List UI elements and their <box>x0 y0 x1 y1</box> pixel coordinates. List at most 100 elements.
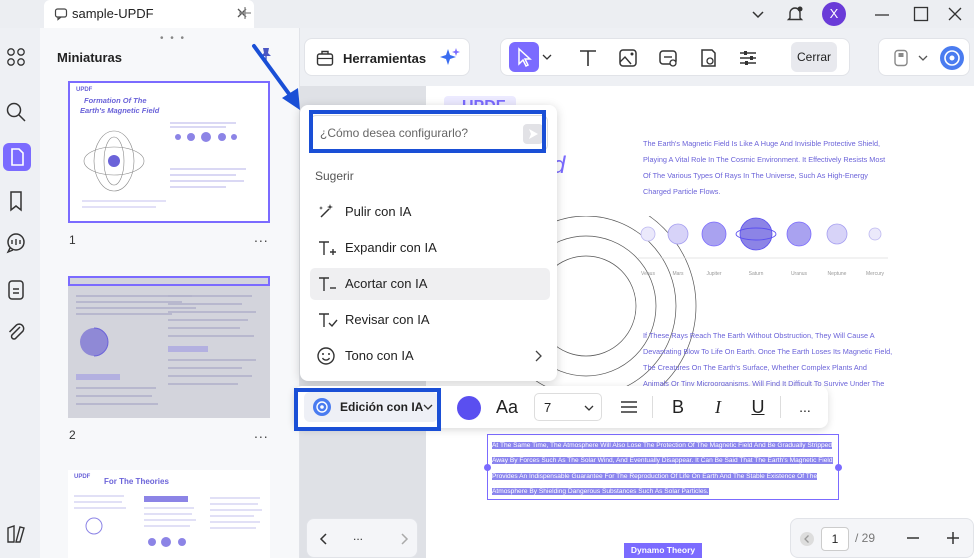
thumbnails-page-icon[interactable] <box>3 143 31 171</box>
nav-more-button[interactable]: ... <box>353 529 363 543</box>
menu-item-review[interactable]: Revisar con IA <box>310 304 550 336</box>
bookmark-icon[interactable] <box>4 189 28 213</box>
zoom-in-icon[interactable] <box>945 530 961 546</box>
chevron-down-icon <box>583 400 595 416</box>
form-fields-icon[interactable] <box>4 278 28 302</box>
menu-label-shorten: Acortar con IA <box>345 276 428 291</box>
chevron-down-icon[interactable] <box>748 4 768 24</box>
tools-label: Herramientas <box>343 51 427 66</box>
pagination-bar: 1 / 29 <box>790 518 974 558</box>
link-tool-icon[interactable] <box>653 43 683 73</box>
menu-item-polish[interactable]: Pulir con IA <box>310 196 550 228</box>
toolbar-divider <box>652 396 653 418</box>
thumb-1-illustration <box>82 122 246 208</box>
layers-icon[interactable] <box>4 522 28 546</box>
resize-handle-left[interactable] <box>484 464 491 471</box>
toolbar-divider <box>780 396 781 418</box>
maximize-icon[interactable] <box>911 4 931 24</box>
more-options-button[interactable]: ... <box>794 396 816 418</box>
search-icon[interactable] <box>4 100 28 124</box>
bell-icon[interactable] <box>785 4 805 24</box>
italic-button[interactable]: I <box>707 396 729 418</box>
page-thumbnail-2[interactable] <box>68 276 270 418</box>
zoom-out-icon[interactable] <box>905 530 921 546</box>
menu-label-expand: Expandir con IA <box>345 240 437 255</box>
page-number-2: 2 <box>69 428 76 442</box>
image-tool-icon[interactable] <box>613 43 643 73</box>
thumb-title-a: Formation Of The <box>84 96 147 105</box>
ai-sparkle-icon[interactable] <box>439 47 461 69</box>
text-check-icon <box>316 310 338 330</box>
thumb-3-illustration <box>74 495 262 547</box>
thumb-title-b: Earth's Magnetic Field <box>80 106 160 115</box>
thumb-2-selection <box>68 276 270 286</box>
planet-label-saturn: Saturn <box>748 271 764 277</box>
thumb-2-illustration <box>76 295 256 405</box>
cursor-icon <box>518 47 532 68</box>
tools-button[interactable]: Herramientas <box>304 38 470 76</box>
text-edit-box[interactable]: At The Same Time, The Atmosphere Will Al… <box>484 434 842 500</box>
arrow-annotation-icon <box>252 44 300 110</box>
user-avatar[interactable]: X <box>822 2 846 26</box>
toolbox-icon <box>315 48 335 68</box>
panel-drag-handle[interactable]: • • • <box>160 33 186 44</box>
left-rail <box>0 28 40 558</box>
resize-handle-right[interactable] <box>835 464 842 471</box>
suggestions-label: Sugerir <box>315 169 354 183</box>
planet-label-neptune: Neptune <box>827 271 847 277</box>
save-icon[interactable] <box>891 48 911 68</box>
page-2-more-button[interactable]: ... <box>254 425 269 441</box>
main-toolbar: Herramientas Cerrar <box>300 28 974 86</box>
tab-title: sample-UPDF <box>72 6 154 21</box>
previous-page-icon[interactable] <box>799 531 815 547</box>
menu-label-polish: Pulir con IA <box>345 204 412 219</box>
close-edit-button[interactable]: Cerrar <box>791 42 837 72</box>
attachment-icon[interactable] <box>4 320 28 344</box>
paragraph-1[interactable]: The Earth's Magnetic Field Is Like A Hug… <box>643 136 893 200</box>
smile-icon <box>316 346 336 366</box>
page-1-more-button[interactable]: ... <box>254 229 269 245</box>
menu-item-tone[interactable]: Tono con IA <box>310 340 550 372</box>
text-align-icon[interactable] <box>618 396 640 418</box>
page-number-input[interactable]: 1 <box>821 527 849 551</box>
chevron-down-icon[interactable] <box>917 50 929 66</box>
comment-icon <box>54 7 68 21</box>
page-thumbnail-1[interactable]: UPDF Formation Of The Earth's Magnetic F… <box>68 81 270 223</box>
document-tab[interactable]: sample-UPDF <box>44 0 254 28</box>
planet-label-mercury: Mercury <box>865 271 885 277</box>
adjust-settings-icon[interactable] <box>733 43 763 73</box>
close-window-icon[interactable] <box>945 4 965 24</box>
apps-grid-icon[interactable] <box>4 45 28 69</box>
bold-button[interactable]: B <box>667 396 689 418</box>
font-family-button[interactable]: Aa <box>496 397 518 418</box>
chevron-left-icon[interactable] <box>317 531 331 547</box>
chevron-right-icon[interactable] <box>397 531 411 547</box>
font-size-select[interactable]: 7 <box>534 393 602 421</box>
thumb-3-title: For The Theories <box>104 477 169 486</box>
bottom-nav-left: ... <box>306 518 418 558</box>
menu-item-expand[interactable]: Expandir con IA <box>310 232 550 264</box>
planet-label-mars: Mars <box>672 271 684 277</box>
underline-button[interactable]: U <box>747 396 769 418</box>
comment-list-icon[interactable] <box>4 231 28 255</box>
page-thumbnail-3[interactable]: UPDF For The Theories <box>68 470 270 558</box>
total-pages: / 29 <box>855 531 876 545</box>
highlight-box-prompt <box>309 110 546 153</box>
updf-logo: UPDF <box>76 87 93 93</box>
ai-assistant-icon[interactable] <box>939 45 965 71</box>
text-color-swatch[interactable] <box>457 396 481 420</box>
menu-label-tone: Tono con IA <box>345 348 414 363</box>
chevron-down-icon[interactable] <box>541 49 553 65</box>
new-tab-icon[interactable] <box>238 6 252 20</box>
text-tool-icon[interactable] <box>573 43 603 73</box>
text-shorten-icon <box>316 274 338 294</box>
right-tools-group <box>878 38 970 76</box>
magic-wand-icon <box>316 202 336 222</box>
text-expand-icon <box>316 238 338 258</box>
selected-text[interactable]: At The Same Time, The Atmosphere Will Al… <box>492 438 836 500</box>
watermark-tool-icon[interactable] <box>693 43 723 73</box>
minimize-icon[interactable] <box>872 4 892 24</box>
select-tool-button[interactable] <box>509 42 539 72</box>
updf-logo-3: UPDF <box>74 474 91 480</box>
menu-item-shorten[interactable]: Acortar con IA <box>310 268 550 300</box>
